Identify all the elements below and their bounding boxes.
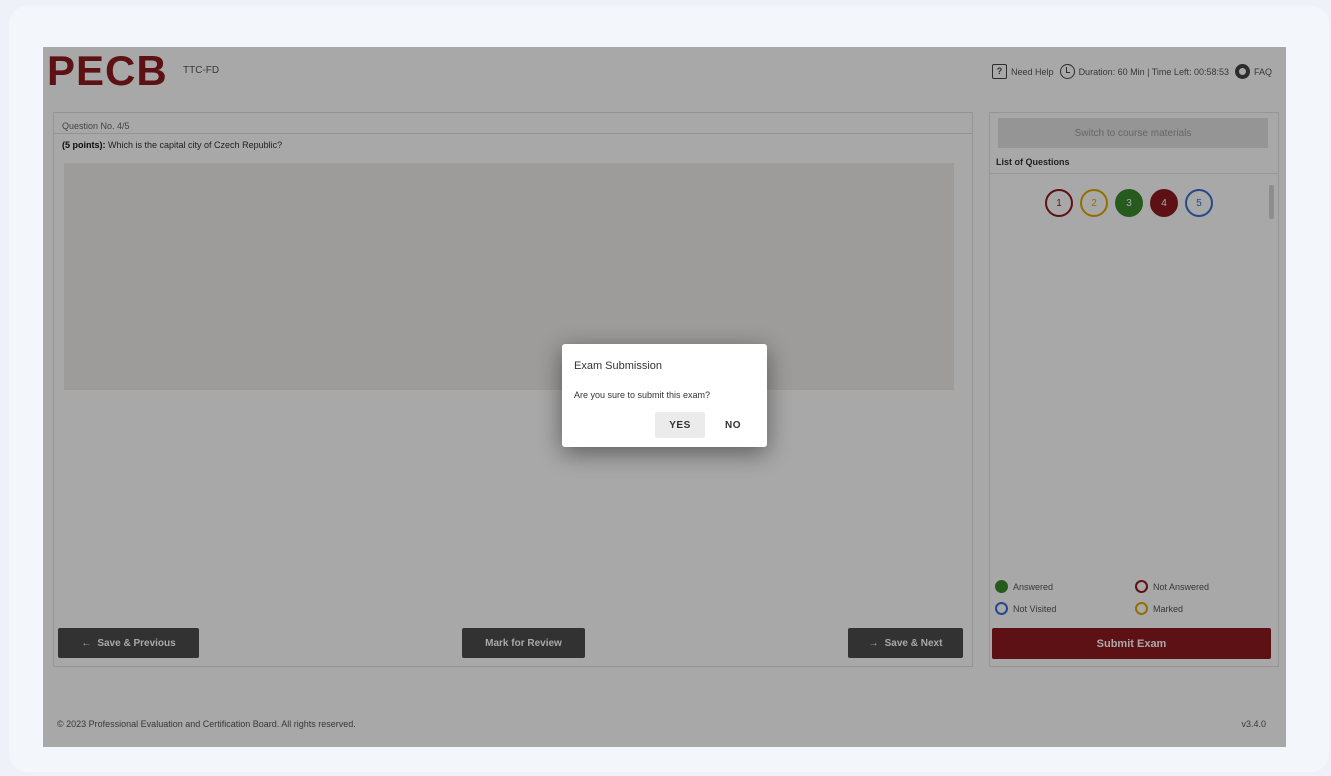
no-button[interactable]: NO [712, 412, 754, 438]
exam-submission-dialog: Exam Submission Are you sure to submit t… [562, 344, 767, 447]
dialog-message: Are you sure to submit this exam? [574, 390, 711, 400]
yes-button[interactable]: YES [655, 412, 705, 438]
dialog-title: Exam Submission [574, 360, 663, 372]
exam-screen: PECB TTC-FD ? Need Help Duration: 60 Min… [43, 47, 1286, 747]
